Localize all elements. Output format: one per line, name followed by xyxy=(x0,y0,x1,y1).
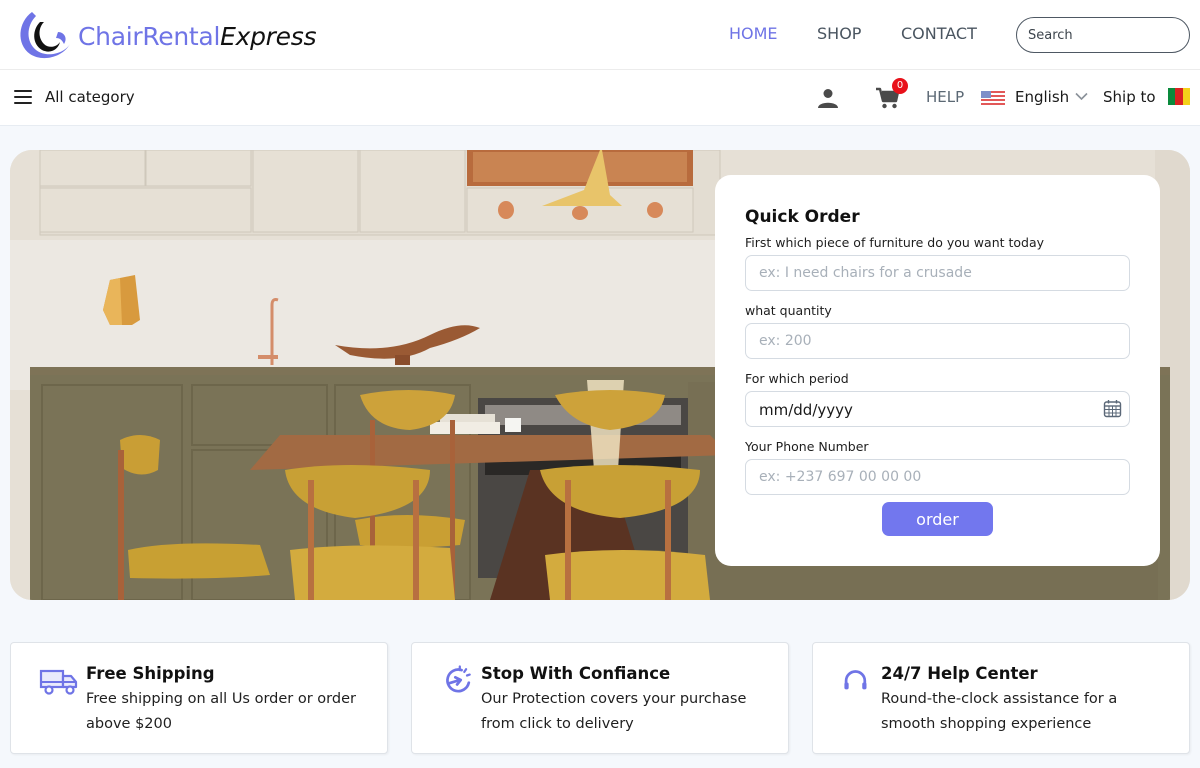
order-button[interactable]: order xyxy=(882,502,993,536)
phone-label: Your Phone Number xyxy=(745,439,869,454)
feature-title: Free Shipping xyxy=(86,664,215,683)
chevron-down-icon[interactable] xyxy=(1075,92,1088,101)
feature-card-help-center: 24/7 Help Center Round-the-clock assista… xyxy=(812,642,1190,754)
hamburger-menu-icon[interactable] xyxy=(14,90,32,104)
quick-order-form: Quick Order First which piece of furnitu… xyxy=(715,175,1160,566)
feature-card-protection: Stop With Confiance Our Protection cover… xyxy=(411,642,789,754)
feature-description: Free shipping on all Us order or order a… xyxy=(86,691,356,732)
quantity-label: what quantity xyxy=(745,303,832,318)
all-category-button[interactable]: All category xyxy=(45,88,135,106)
feature-title: 24/7 Help Center xyxy=(881,664,1038,683)
quantity-input[interactable] xyxy=(745,323,1130,359)
headphones-icon xyxy=(844,670,867,690)
cart-count-badge: 0 xyxy=(892,78,908,94)
feature-card-free-shipping: Free Shipping Free shipping on all Us or… xyxy=(10,642,388,754)
quick-order-title: Quick Order xyxy=(745,207,860,227)
feature-description: Our Protection covers your purchase from… xyxy=(481,691,747,732)
nav-home[interactable]: HOME xyxy=(729,24,778,43)
search-input[interactable] xyxy=(1016,17,1190,53)
phone-input[interactable] xyxy=(745,459,1130,495)
help-link[interactable]: HELP xyxy=(926,88,964,106)
period-date-value: mm/dd/yyyy xyxy=(759,401,853,419)
language-selector[interactable]: English xyxy=(1015,88,1069,106)
furniture-input[interactable] xyxy=(745,255,1130,291)
nav-shop[interactable]: SHOP xyxy=(817,24,861,43)
ship-to-selector[interactable]: Ship to xyxy=(1103,88,1156,106)
brand-name: ChairRentalExpress xyxy=(78,24,316,49)
user-account-icon[interactable] xyxy=(816,86,840,110)
brand-name-part2: Express xyxy=(220,21,317,51)
logo-swirl-icon xyxy=(20,12,70,59)
brand-logo[interactable]: ChairRentalExpress xyxy=(14,8,316,64)
truck-icon xyxy=(39,669,78,695)
furniture-label: First which piece of furniture do you wa… xyxy=(745,235,1045,250)
nav-contact[interactable]: CONTACT xyxy=(901,24,977,43)
secondary-toolbar: All category 0 HELP English Ship to xyxy=(0,70,1200,126)
feature-description: Round-the-clock assistance for a smooth … xyxy=(881,691,1118,732)
feature-title: Stop With Confiance xyxy=(481,664,671,683)
calendar-icon[interactable] xyxy=(1103,399,1122,418)
refresh-protection-icon xyxy=(446,665,471,693)
period-label: For which period xyxy=(745,371,849,386)
cameroon-flag-icon[interactable] xyxy=(1168,88,1190,105)
top-header: ChairRentalExpress HOME SHOP CONTACT xyxy=(0,0,1200,70)
us-flag-icon xyxy=(981,91,1005,105)
brand-name-part1: ChairRental xyxy=(78,21,221,51)
